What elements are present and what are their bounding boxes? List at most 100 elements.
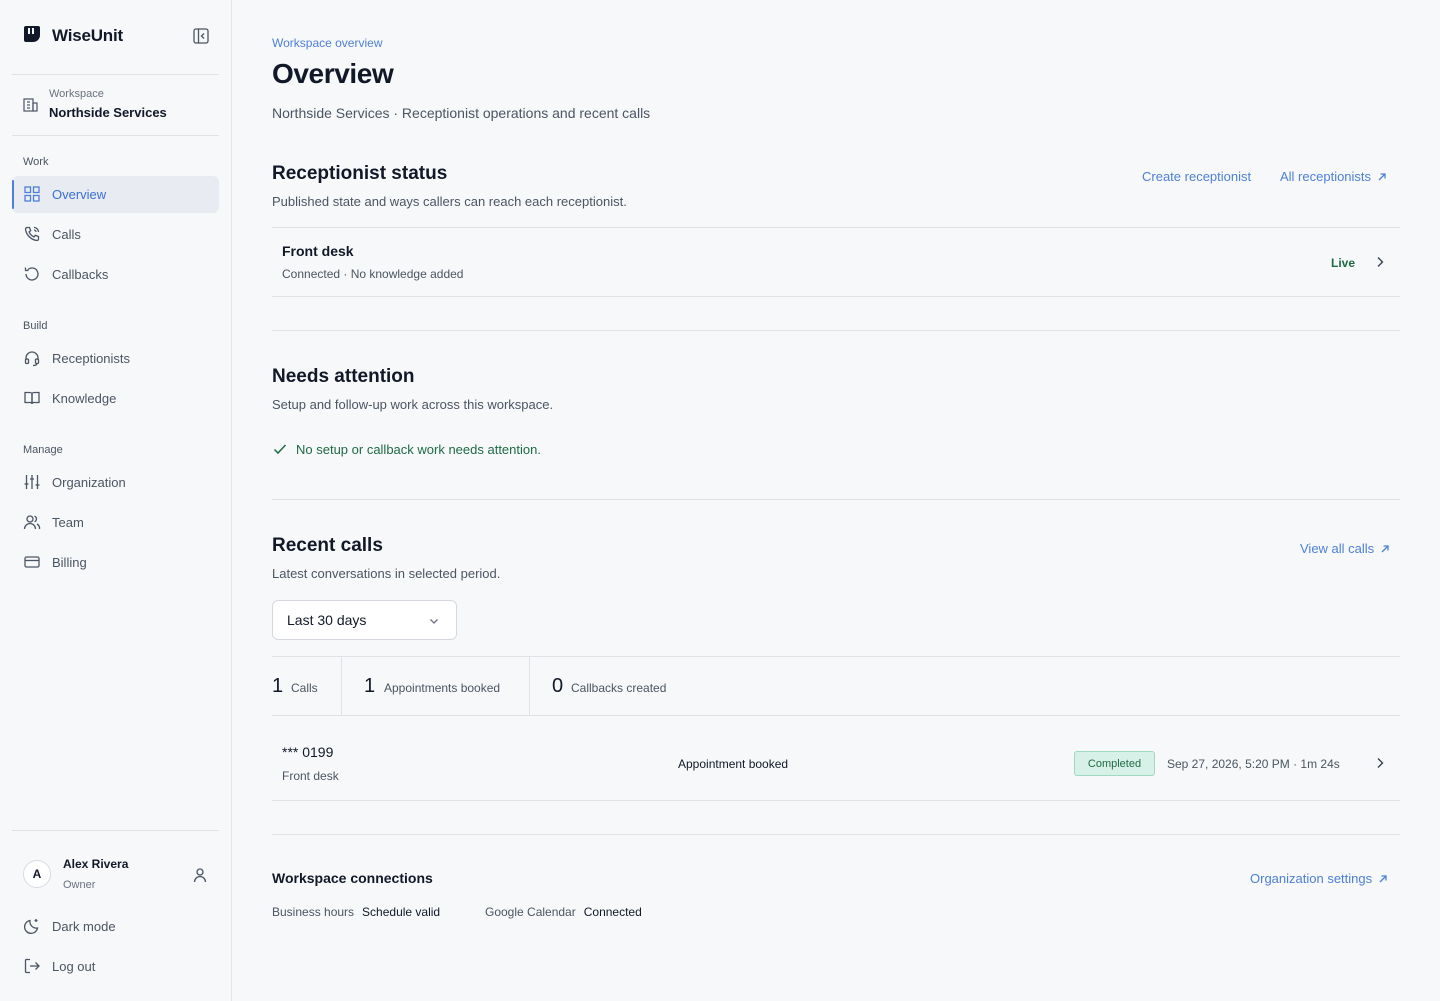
recent-calls-title: Recent calls [272,535,383,556]
organization-settings-label: Organization settings [1250,871,1373,886]
call-receptionist: Front desk [282,769,339,783]
sidebar-item-label: Receptionists [52,351,131,366]
needs-attention-title: Needs attention [272,366,415,387]
logout-button[interactable]: Log out [12,948,219,985]
recent-calls-description: Latest conversations in selected period. [272,566,501,581]
sidebar-item-receptionists[interactable]: Receptionists [12,340,219,377]
create-receptionist-label: Create receptionist [1142,169,1252,184]
building-icon [22,96,39,118]
sidebar-item-label: Knowledge [52,391,117,406]
sidebar-item-label: Callbacks [52,267,109,282]
nav-section-manage: Manage [23,444,63,456]
section-divider [272,834,1400,835]
connection-key: Google Calendar [485,905,576,919]
list-divider [272,296,1400,297]
sidebar-item-label: Billing [52,555,87,570]
workspace-switcher[interactable]: Workspace Northside Services [22,88,217,126]
receptionist-status-title: Receptionist status [272,163,448,184]
collapse-sidebar-button[interactable] [192,27,212,47]
chevron-right-icon [1372,755,1388,771]
sidebar-item-calls[interactable]: Calls [12,216,219,253]
list-divider [272,800,1400,801]
page-title: Overview [272,58,394,89]
users-icon [23,513,41,531]
dark-mode-label: Dark mode [52,919,116,934]
sidebar-item-label: Team [52,515,84,530]
connection-google-calendar: Google Calendar Connected [485,905,642,919]
moon-icon [23,917,41,935]
sidebar-item-knowledge[interactable]: Knowledge [12,380,219,417]
breadcrumb[interactable]: Workspace overview [272,36,382,50]
sidebar-collapse-icon [193,28,209,44]
connection-business-hours: Business hours Schedule valid [272,905,440,919]
period-select-value: Last 30 days [287,612,367,628]
sidebar-divider [12,830,219,831]
create-receptionist-link[interactable]: Create receptionist [1142,169,1251,184]
logout-label: Log out [52,959,96,974]
call-stats: 1 Calls 1 Appointments booked 0 Callback… [272,656,1400,716]
all-receptionists-link[interactable]: All receptionists [1280,169,1387,184]
sidebar-item-callbacks[interactable]: Callbacks [12,256,219,293]
stat-value: 1 [272,675,284,697]
receptionist-row[interactable]: Front desk Connected · No knowledge adde… [272,228,1400,296]
nav-section-work: Work [23,156,49,168]
view-all-calls-link[interactable]: View all calls [1300,541,1390,556]
organization-settings-link[interactable]: Organization settings [1250,871,1388,886]
grid-icon [23,185,41,203]
chevron-down-icon [427,614,441,633]
arrow-up-right-icon [1379,874,1387,882]
call-outcome: Appointment booked [678,757,789,771]
dark-mode-toggle[interactable]: Dark mode [12,908,219,945]
workspace-label: Workspace [49,88,104,100]
stat-label: Callbacks created [571,681,667,695]
sidebar-item-label: Overview [52,187,107,202]
sidebar-item-team[interactable]: Team [12,504,219,541]
avatar: A [23,860,51,888]
workspace-connections-title: Workspace connections [272,870,433,886]
all-receptionists-label: All receptionists [1280,169,1372,184]
user-menu[interactable]: A Alex Rivera Owner [12,850,219,900]
connection-value: Schedule valid [362,905,441,919]
user-name: Alex Rivera [63,857,129,871]
stat-callbacks: 0 Callbacks created [530,657,830,715]
user-role: Owner [63,879,96,891]
caller-number: *** 0199 [282,744,334,760]
page-subtitle: Northside Services · Receptionist operat… [272,105,651,121]
stat-label: Calls [291,681,318,695]
needs-attention-description: Setup and follow-up work across this wor… [272,397,554,412]
main-content: Workspace overview Overview Northside Se… [232,0,1440,1001]
section-divider [272,330,1400,331]
arrow-up-right-icon [1378,172,1386,180]
headset-icon [23,349,41,367]
view-all-calls-label: View all calls [1300,541,1375,556]
receptionist-name: Front desk [282,243,354,259]
connection-key: Business hours [272,905,355,919]
history-icon [23,265,41,283]
book-icon [23,389,41,407]
user-icon[interactable] [192,867,208,883]
nav-section-build: Build [23,320,48,332]
sidebar-item-label: Organization [52,475,126,490]
connection-value: Connected [583,905,642,919]
card-icon [23,553,41,571]
sidebar: WiseUnit Workspace Northside Services Wo… [0,0,232,1001]
sidebar-item-organization[interactable]: Organization [12,464,219,501]
section-divider [272,499,1400,500]
arrow-up-right-icon [1381,544,1389,552]
sidebar-item-label: Calls [52,227,81,242]
sidebar-divider [12,135,219,136]
call-timestamp: Sep 27, 2026, 5:20 PM · 1m 24s [1167,757,1340,771]
receptionist-status-description: Published state and ways callers can rea… [272,194,627,209]
call-row[interactable]: *** 0199 Front desk Appointment booked S… [272,716,1400,800]
brand[interactable]: WiseUnit [22,24,123,48]
sidebar-item-overview[interactable]: Overview [12,176,219,213]
check-icon [273,444,287,455]
period-select[interactable]: Last 30 days [272,600,457,640]
receptionist-detail: Connected · No knowledge added [282,267,464,281]
sidebar-item-billing[interactable]: Billing [12,544,219,581]
sliders-icon [23,473,41,491]
stat-calls: 1 Calls [272,657,341,715]
chevron-right-icon [1372,254,1388,270]
phone-icon [23,225,41,243]
status-badge: Completed [1074,751,1155,776]
